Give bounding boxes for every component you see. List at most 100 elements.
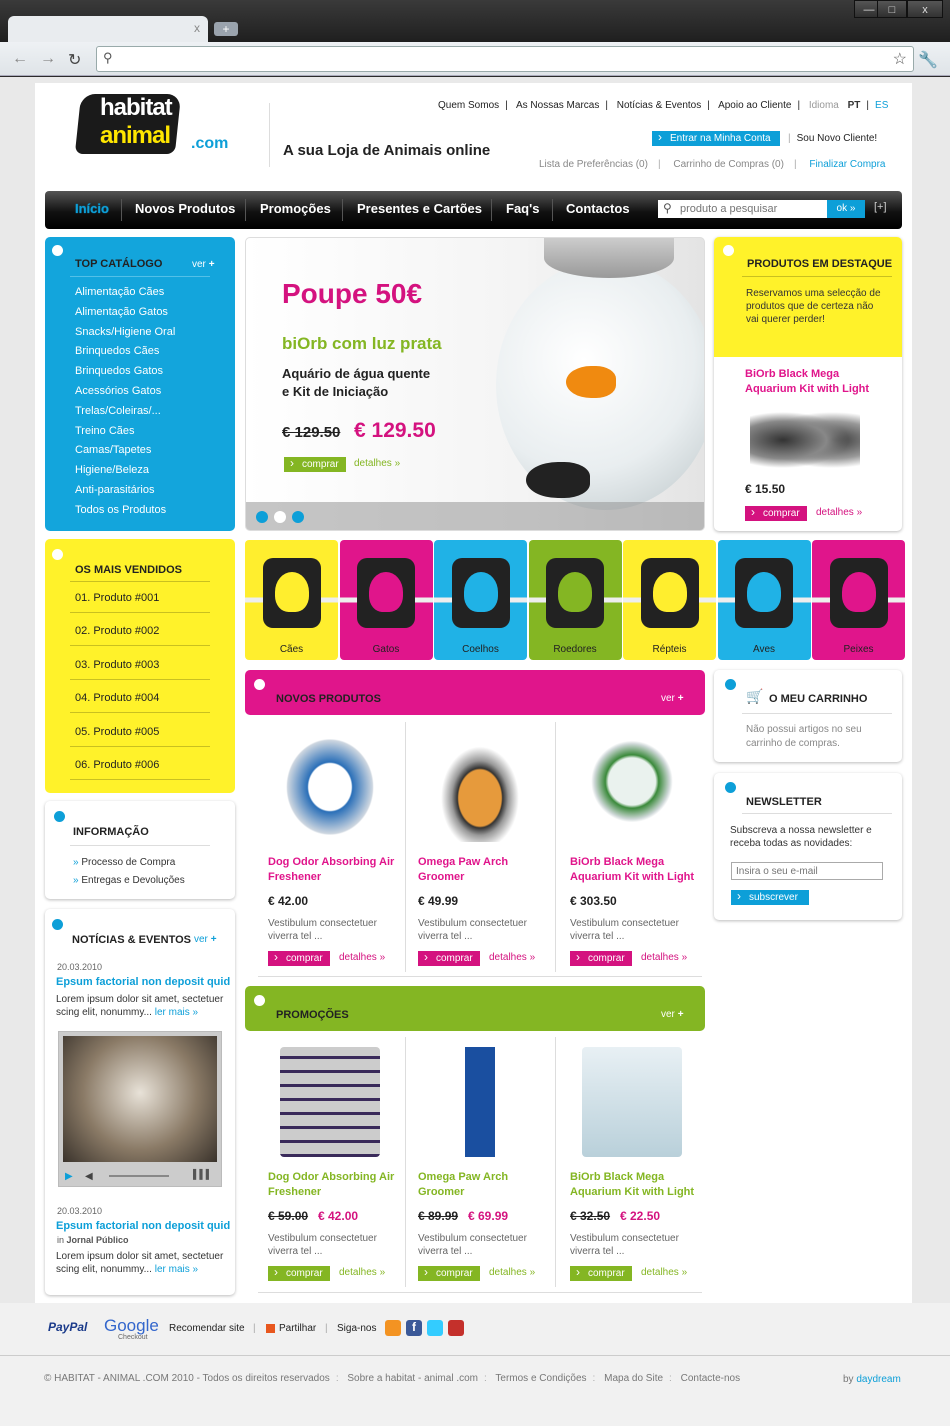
- maximize-button[interactable]: □: [877, 0, 907, 18]
- category-tile[interactable]: Cães: [245, 540, 338, 660]
- product-details-link[interactable]: detalhes »: [641, 952, 687, 963]
- catalog-item[interactable]: Brinquedos Gatos: [75, 365, 163, 377]
- catalog-item[interactable]: Trelas/Coleiras/...: [75, 405, 161, 417]
- facebook-icon[interactable]: f: [406, 1320, 422, 1336]
- news-title-2[interactable]: Epsum factorial non deposit quid: [56, 1220, 230, 1232]
- product-image[interactable]: [582, 732, 682, 842]
- footer-link-sobre[interactable]: Sobre a habitat - animal .com: [347, 1373, 478, 1384]
- hero-details-link[interactable]: detalhes »: [354, 458, 400, 469]
- play-icon[interactable]: ▶: [65, 1171, 73, 1182]
- product-buy-button[interactable]: comprar: [418, 1265, 480, 1281]
- catalog-item[interactable]: Snacks/Higiene Oral: [75, 326, 175, 338]
- rss-icon[interactable]: [385, 1320, 401, 1336]
- menu-contactos[interactable]: Contactos: [566, 191, 630, 229]
- checkout-link[interactable]: Finalizar Compra: [809, 159, 885, 170]
- news-more-2[interactable]: ler mais »: [155, 1264, 198, 1275]
- category-tile[interactable]: Aves: [717, 540, 811, 660]
- link-noticias[interactable]: Notícias & Eventos: [617, 100, 701, 111]
- star-icon[interactable]: ☆: [893, 49, 907, 69]
- product-image[interactable]: [430, 732, 530, 842]
- catalog-item[interactable]: Acessórios Gatos: [75, 385, 161, 397]
- lang-es[interactable]: ES: [875, 100, 888, 111]
- product-buy-button[interactable]: comprar: [418, 950, 480, 966]
- slide-dot-1[interactable]: [256, 511, 268, 523]
- menu-promocoes[interactable]: Promoções: [260, 191, 331, 229]
- slide-dot-2[interactable]: [274, 511, 286, 523]
- product-name-line-2[interactable]: Groomer: [418, 870, 464, 885]
- new-products-ver[interactable]: ver +: [661, 693, 684, 704]
- wrench-icon[interactable]: 🔧: [918, 50, 938, 70]
- catalog-item[interactable]: Alimentação Cães: [75, 286, 164, 298]
- catalog-item[interactable]: Camas/Tapetes: [75, 444, 151, 456]
- link-apoio[interactable]: Apoio ao Cliente: [718, 100, 791, 111]
- tab-close-icon[interactable]: x: [194, 21, 200, 35]
- product-details-link[interactable]: detalhes »: [489, 1267, 535, 1278]
- category-tile[interactable]: Peixes: [812, 540, 905, 660]
- footer-link-termos[interactable]: Termos e Condições: [495, 1373, 586, 1384]
- info-item-compra[interactable]: » Processo de Compra: [73, 857, 175, 868]
- category-tile[interactable]: Coelhos: [434, 540, 527, 660]
- catalog-item[interactable]: Anti-parasitários: [75, 484, 154, 496]
- product-details-link[interactable]: detalhes »: [641, 1267, 687, 1278]
- menu-presentes[interactable]: Presentes e Cartões: [357, 191, 482, 229]
- product-name-line-2[interactable]: Groomer: [418, 1185, 464, 1200]
- close-window-button[interactable]: x: [907, 0, 943, 18]
- footer-link-contacte[interactable]: Contacte-nos: [681, 1373, 740, 1384]
- expand-button[interactable]: [+]: [874, 201, 887, 213]
- catalog-item[interactable]: Treino Cães: [75, 425, 135, 437]
- video-progress[interactable]: [109, 1175, 169, 1177]
- recommend-site-link[interactable]: Recomendar site: [169, 1323, 245, 1334]
- wishlist-link[interactable]: Lista de Preferências (0): [539, 159, 648, 170]
- product-name-line-1[interactable]: Omega Paw Arch: [418, 855, 508, 870]
- hero-buy-button[interactable]: comprar: [284, 456, 346, 472]
- menu-faqs[interactable]: Faq's: [506, 191, 539, 229]
- address-bar[interactable]: ⚲ ☆: [96, 46, 914, 72]
- product-name-line-2[interactable]: Aquarium Kit with Light: [570, 1185, 694, 1200]
- search-input[interactable]: [658, 200, 828, 218]
- info-item-entregas[interactable]: » Entregas e Devoluções: [73, 875, 185, 886]
- news-title-1[interactable]: Epsum factorial non deposit quid: [56, 976, 230, 988]
- product-details-link[interactable]: detalhes »: [339, 952, 385, 963]
- back-icon[interactable]: ←: [12, 50, 28, 68]
- category-tile[interactable]: Roedores: [528, 540, 622, 660]
- news-ver[interactable]: ver +: [194, 934, 217, 945]
- twitter-icon[interactable]: [427, 1320, 443, 1336]
- cart-link[interactable]: Carrinho de Compras (0): [673, 159, 784, 170]
- footer-link-mapa[interactable]: Mapa do Site: [604, 1373, 663, 1384]
- product-name-line-2[interactable]: Aquarium Kit with Light: [570, 870, 694, 885]
- product-name-line-1[interactable]: Dog Odor Absorbing Air: [268, 1170, 394, 1185]
- product-name-line-1[interactable]: Dog Odor Absorbing Air: [268, 855, 394, 870]
- featured-details-link[interactable]: detalhes »: [816, 507, 862, 518]
- newsletter-email-input[interactable]: [731, 862, 883, 880]
- promotions-ver[interactable]: ver +: [661, 1009, 684, 1020]
- link-quem-somos[interactable]: Quem Somos: [438, 100, 499, 111]
- menu-novos-produtos[interactable]: Novos Produtos: [135, 191, 235, 229]
- featured-product-image[interactable]: [750, 407, 860, 473]
- best-seller-item[interactable]: 01. Produto #001: [75, 592, 159, 604]
- product-buy-button[interactable]: comprar: [268, 1265, 330, 1281]
- product-buy-button[interactable]: comprar: [570, 950, 632, 966]
- catalog-item[interactable]: Brinquedos Cães: [75, 345, 159, 357]
- product-name-line-1[interactable]: Omega Paw Arch: [418, 1170, 508, 1185]
- best-seller-item[interactable]: 05. Produto #005: [75, 726, 159, 738]
- featured-buy-button[interactable]: comprar: [745, 505, 807, 521]
- product-image[interactable]: [430, 1047, 530, 1157]
- new-tab-button[interactable]: +: [214, 22, 238, 36]
- product-image[interactable]: [280, 1047, 380, 1157]
- reload-icon[interactable]: ↻: [68, 50, 81, 70]
- paypal-logo[interactable]: PayPal: [48, 1320, 87, 1334]
- forward-icon[interactable]: →: [40, 50, 56, 68]
- product-image[interactable]: [280, 732, 380, 842]
- product-name-line-1[interactable]: BiOrb Black Mega: [570, 1170, 664, 1185]
- catalog-item[interactable]: Higiene/Beleza: [75, 464, 149, 476]
- search-button[interactable]: ok »: [827, 200, 865, 218]
- credits-brand[interactable]: daydream: [856, 1374, 900, 1385]
- menu-inicio[interactable]: Início: [75, 191, 109, 229]
- best-seller-item[interactable]: 04. Produto #004: [75, 692, 159, 704]
- login-button[interactable]: Entrar na Minha Conta: [652, 130, 780, 146]
- product-buy-button[interactable]: comprar: [268, 950, 330, 966]
- browser-tab[interactable]: x: [8, 16, 208, 42]
- new-client-link[interactable]: Sou Novo Cliente!: [797, 133, 878, 144]
- youtube-icon[interactable]: [448, 1320, 464, 1336]
- featured-product-name[interactable]: BiOrb Black Mega Aquarium Kit with Light: [745, 367, 885, 397]
